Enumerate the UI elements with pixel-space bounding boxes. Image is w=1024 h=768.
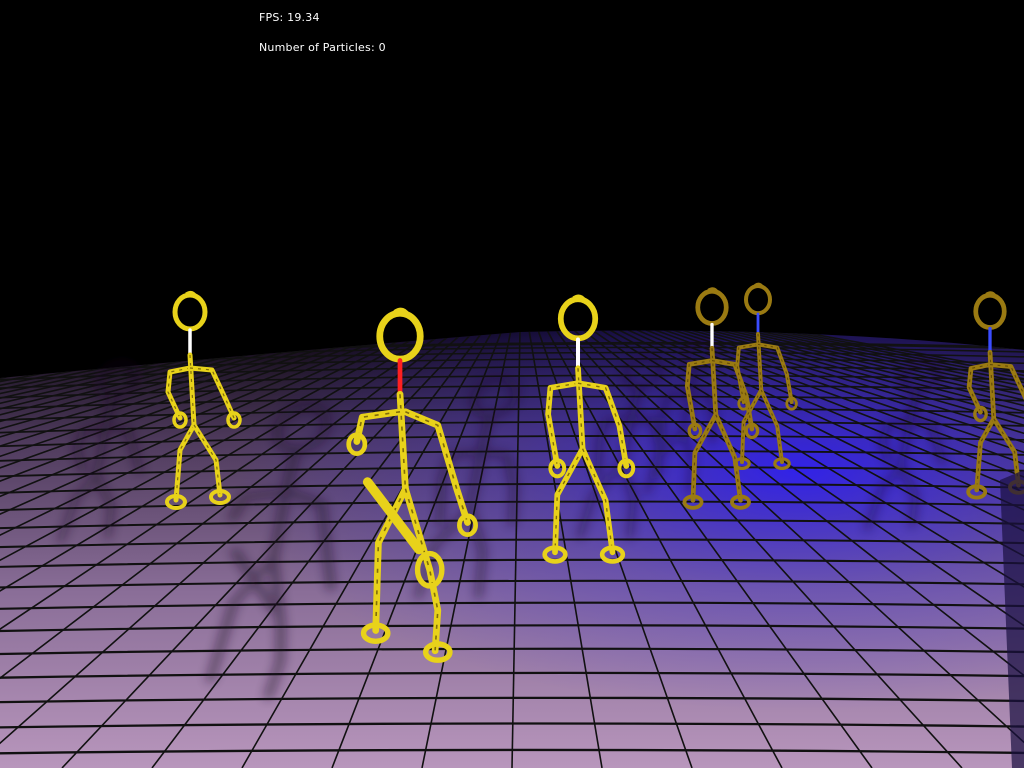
particles-value: 0 <box>378 41 386 54</box>
stick-figure-1-head <box>172 292 208 332</box>
particles-label: Number of Particles: <box>259 41 375 54</box>
3d-scene[interactable] <box>0 0 1024 768</box>
particle-count-readout: Number of Particles: 0 <box>259 41 386 54</box>
stick-figure-5-head <box>743 283 773 316</box>
stick-figure-6-head <box>973 292 1007 330</box>
fps-readout: FPS: 19.34 <box>259 11 320 24</box>
stick-figure-4-head <box>695 288 729 326</box>
render-viewport[interactable]: FPS: 19.34 Number of Particles: 0 <box>0 0 1024 768</box>
fps-label: FPS: <box>259 11 284 24</box>
fps-value: 19.34 <box>287 11 320 24</box>
